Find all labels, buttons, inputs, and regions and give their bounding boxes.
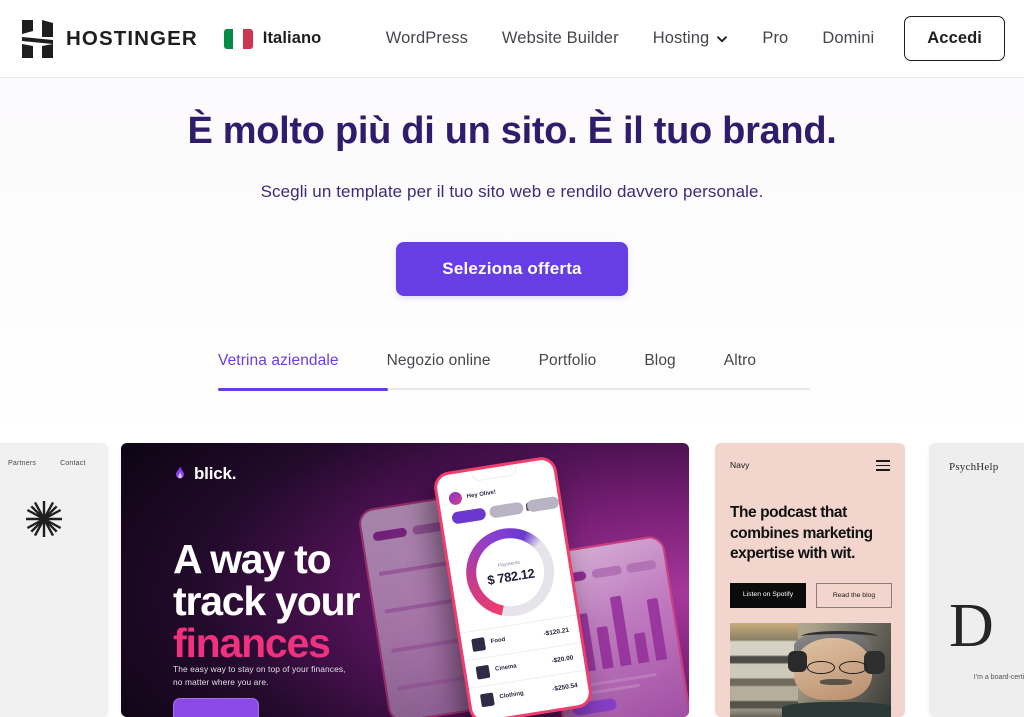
psychhelp-paragraph: I'm a board-certified therapist (973, 674, 1024, 681)
hamburger-menu-icon[interactable] (876, 460, 890, 471)
left-card-nav: Partners Contact (8, 460, 86, 467)
main-nav: WordPress Website Builder Hosting Pro Do… (369, 16, 1005, 61)
login-button[interactable]: Accedi (904, 16, 1005, 61)
left-card-nav-contact: Contact (60, 460, 86, 467)
language-label: Italiano (262, 29, 322, 47)
phone-chip (625, 559, 657, 574)
blick-headline-line1: A way to (173, 536, 332, 582)
avatar (448, 490, 463, 506)
category-tabs: Vetrina aziendale Negozio online Portfol… (218, 352, 810, 391)
blick-paragraph: The easy way to stay on top of your fina… (173, 663, 346, 690)
phone-chip (411, 521, 443, 536)
transaction-name: Clothing (499, 691, 525, 701)
transaction-amount: -$20.00 (551, 654, 574, 665)
blick-headline-line2: track your (173, 578, 360, 625)
nav-label: Domini (822, 29, 875, 47)
nav-item-website-builder[interactable]: Website Builder (485, 29, 636, 48)
hostinger-logo[interactable]: HOSTINGER (22, 19, 198, 58)
nav-item-hosting[interactable]: Hosting (636, 29, 746, 48)
template-card-navy[interactable]: Navy The podcast that combines marketing… (715, 443, 905, 717)
page-root: HOSTINGER Italiano WordPress Website Bui… (0, 0, 1024, 717)
italian-flag-icon (223, 28, 253, 49)
phone-pill-wallet (526, 495, 560, 513)
transaction-name: Food (490, 637, 506, 646)
tab-blog[interactable]: Blog (644, 352, 675, 388)
nav-label: Hosting (652, 29, 710, 47)
phone-chip (372, 527, 408, 542)
read-the-blog-button[interactable]: Read the blog (816, 583, 892, 608)
chevron-down-icon (716, 33, 728, 45)
hostinger-h-icon (22, 19, 53, 58)
phone-pill-tracking (451, 507, 487, 525)
clothing-icon (479, 692, 495, 708)
blick-wordmark: blick. (194, 464, 237, 483)
blick-paragraph-line2: no matter where you are. (173, 677, 269, 688)
transaction-amount: -$120.21 (543, 626, 570, 638)
psychhelp-display-letter: D (949, 592, 994, 660)
cinema-icon (475, 664, 491, 680)
page-title: È molto più di un sito. È il tuo brand. (187, 110, 837, 152)
template-card-psychhelp[interactable]: PsychHelp D I'm a board-certified therap… (929, 443, 1024, 717)
nav-item-pro[interactable]: Pro (745, 29, 805, 48)
tab-active-indicator (218, 388, 388, 391)
site-header: HOSTINGER Italiano WordPress Website Bui… (0, 0, 1024, 77)
nav-label: Website Builder (501, 29, 619, 47)
navy-buttons: Listen on Spotify Read the blog (730, 583, 892, 608)
donut-center: Payments $ 782.12 (471, 533, 550, 612)
left-card-nav-partners: Partners (8, 460, 37, 467)
nav-item-domini[interactable]: Domini (805, 29, 891, 48)
sunburst-icon (24, 499, 64, 539)
template-card-blick[interactable]: blick. A way to track your finances The … (121, 443, 689, 717)
phone-transaction-list: Food -$120.21 Cinema -$20.00 Clothing -$… (460, 614, 590, 716)
phone-notch (470, 463, 519, 482)
transaction-amount: -$250.54 (551, 682, 579, 694)
tabs-row: Vetrina aziendale Negozio online Portfol… (218, 352, 810, 388)
balance-amount: $ 782.12 (486, 565, 536, 588)
navy-headline: The podcast that combines marketing expe… (730, 504, 873, 563)
nav-label: WordPress (385, 29, 468, 47)
phone-donut-chart: Payments $ 782.12 (459, 521, 561, 623)
flame-icon (173, 465, 187, 483)
template-carousel: Partners Contact blick. A way to track y… (0, 443, 1024, 717)
template-card-left-peek[interactable]: Partners Contact (0, 443, 108, 717)
navy-brand: Navy (730, 460, 750, 471)
select-offer-button[interactable]: Seleziona offerta (396, 241, 628, 296)
listen-on-spotify-button[interactable]: Listen on Spotify (730, 583, 806, 608)
phone-greeting-row: Hey Olive! (448, 486, 497, 506)
phone-pill-reminders (488, 501, 525, 519)
navy-header: Navy (730, 460, 890, 471)
blick-paragraph-line1: The easy way to stay on top of your fina… (173, 664, 346, 674)
transaction-name: Cinema (494, 663, 518, 674)
nav-item-wordpress[interactable]: WordPress (369, 29, 485, 48)
tab-vetrina-aziendale[interactable]: Vetrina aziendale (218, 352, 339, 388)
nav-label: Pro (762, 29, 789, 47)
phone-greeting: Hey Olive! (466, 489, 497, 500)
navy-photo (730, 623, 891, 717)
hero-subtitle: Scegli un template per il tuo sito web e… (260, 181, 764, 201)
brand-name: HOSTINGER (66, 26, 198, 50)
tab-portfolio[interactable]: Portfolio (539, 352, 597, 388)
psychhelp-brand: PsychHelp (949, 461, 999, 473)
tab-negozio-online[interactable]: Negozio online (387, 352, 491, 388)
tabs-underline (218, 388, 810, 391)
language-selector[interactable]: Italiano (223, 28, 322, 49)
blick-headline: A way to track your finances (173, 536, 360, 667)
blick-logo: blick. (173, 464, 236, 484)
blick-cta-button[interactable] (173, 698, 259, 717)
food-icon (471, 637, 487, 652)
tab-altro[interactable]: Altro (724, 352, 756, 388)
phone-chip (591, 565, 623, 579)
blick-headline-accent: finances (173, 620, 331, 667)
